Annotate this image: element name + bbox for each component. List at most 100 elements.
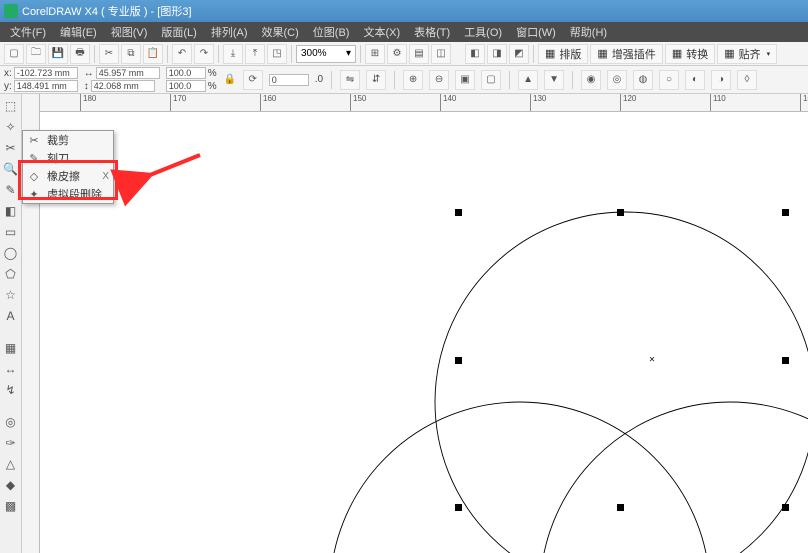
eraser-tool[interactable]: ◇橡皮擦X [23,167,113,185]
menu-位图[interactable]: 位图(B) [307,22,356,42]
align-left-button[interactable]: ◧ [465,44,485,64]
mirror-h-button[interactable]: ⇋ [340,70,360,90]
snap-dropdown[interactable]: ▦ 贴齐 [717,44,777,64]
redo-button[interactable]: ↷ [194,44,214,64]
scale-y-input[interactable]: 100.0 [166,80,206,92]
basic-shapes-tool[interactable]: ☆ [1,285,21,305]
docker-button[interactable]: ▤ [409,44,429,64]
new-button[interactable]: ▢ [4,44,24,64]
height-input[interactable]: 42.068 mm [91,80,155,92]
options-button[interactable]: ⚙ [387,44,407,64]
rectangle-tool[interactable]: ▭ [1,222,21,242]
pick-tool[interactable]: ⬚ [1,96,21,116]
group-button[interactable]: ▣ [455,70,475,90]
interactive-fill-tool[interactable]: ▩ [1,496,21,516]
to-front-button[interactable]: ▲ [518,70,538,90]
snap-to-button[interactable]: ⊞ [365,44,385,64]
freehand-tool[interactable]: ✎ [1,180,21,200]
cut-button[interactable]: ✂ [99,44,119,64]
selection-center[interactable]: × [649,355,655,366]
eyedropper-tool[interactable]: ✑ [1,433,21,453]
blend-tool[interactable]: ◎ [1,412,21,432]
zoom-level-select[interactable]: 300%▾ [296,45,356,63]
knife-tool[interactable]: ✎刻刀 [23,149,113,167]
table-tool[interactable]: ▦ [1,338,21,358]
menu-排列[interactable]: 排列(A) [205,22,254,42]
import-button[interactable]: ⤓ [223,44,243,64]
back-minus-front-button[interactable]: ◑ [711,70,731,90]
selection-handle[interactable] [617,209,624,216]
combine-button[interactable]: ⊕ [403,70,423,90]
undo-button[interactable]: ↶ [172,44,192,64]
menu-帮助[interactable]: 帮助(H) [564,22,613,42]
selection-handle[interactable] [617,504,624,511]
dropdown-icon: ▾ [346,48,351,59]
connector-tool[interactable]: ↯ [1,380,21,400]
menu-表格[interactable]: 表格(T) [408,22,456,42]
menu-文本[interactable]: 文本(X) [357,22,406,42]
lock-ratio-toggle[interactable]: 🔒 [223,67,237,93]
hints-button[interactable]: ◫ [431,44,451,64]
smart-fill-tool[interactable]: ◧ [1,201,21,221]
convert-dropdown[interactable]: ▦ 转换 [665,44,715,64]
virtual-segment-delete-tool[interactable]: ✦虚拟段删除 [23,185,113,203]
paste-button[interactable]: 📋 [143,44,163,64]
outline-tool[interactable]: △ [1,454,21,474]
addins-dropdown[interactable]: ▦ 增强插件 [590,44,662,64]
ellipse-tool[interactable]: ◯ [1,243,21,263]
selection-handle[interactable] [782,209,789,216]
launch-button[interactable]: ◳ [267,44,287,64]
width-input[interactable]: 45.957 mm [96,67,160,79]
break-button[interactable]: ⊖ [429,70,449,90]
horizontal-ruler[interactable]: 180170160150140130120110100 [40,94,808,112]
percent-label: % [208,81,217,92]
open-button[interactable]: 🗀 [26,44,46,64]
intersect-button[interactable]: ◍ [633,70,653,90]
arrange-dropdown[interactable]: ▦ 排版 [538,44,588,64]
copy-button[interactable]: ⧉ [121,44,141,64]
mirror-v-button[interactable]: ⇵ [366,70,386,90]
rotation-input[interactable]: 0 [269,74,309,86]
save-button[interactable]: 💾 [48,44,68,64]
print-button[interactable]: 🖶 [70,44,90,64]
to-back-button[interactable]: ▼ [544,70,564,90]
drawing-canvas[interactable]: × [40,112,808,553]
menu-版面[interactable]: 版面(L) [155,22,202,42]
ruler-tick: 140 [440,94,456,111]
selection-handle[interactable] [782,357,789,364]
crop-tool-group[interactable]: ✂ [1,138,21,158]
boundary-button[interactable]: ◊ [737,70,757,90]
selection-handle[interactable] [455,504,462,511]
menu-编辑[interactable]: 编辑(E) [54,22,103,42]
selection-handle[interactable] [455,209,462,216]
zoom-tool[interactable]: 🔍 [1,159,21,179]
menu-窗口[interactable]: 窗口(W) [510,22,562,42]
front-minus-back-button[interactable]: ◐ [685,70,705,90]
selection-handle[interactable] [455,357,462,364]
text-tool[interactable]: A [1,306,21,326]
toolbox: ⬚✧✂🔍✎◧▭◯⬠☆A ▦↔↯ ◎✑△◆▩ [0,94,22,553]
crop-tool[interactable]: ✂裁剪 [23,131,113,149]
scale-x-input[interactable]: 100.0 [166,67,206,79]
menu-视图[interactable]: 视图(V) [105,22,154,42]
toolbar-separator [360,45,361,63]
ungroup-button[interactable]: ▢ [481,70,501,90]
polygon-tool[interactable]: ⬠ [1,264,21,284]
y-position-input[interactable]: 148.491 mm [14,80,78,92]
toolbar-separator [533,45,534,63]
canvas-area[interactable]: 180170160150140130120110100 × [22,94,808,553]
weld-button[interactable]: ◉ [581,70,601,90]
trim-button[interactable]: ◎ [607,70,627,90]
export-button[interactable]: ⤒ [245,44,265,64]
menu-工具[interactable]: 工具(O) [458,22,508,42]
dimension-tool[interactable]: ↔ [1,359,21,379]
menu-文件[interactable]: 文件(F) [4,22,52,42]
simplify-button[interactable]: ○ [659,70,679,90]
align-center-button[interactable]: ◨ [487,44,507,64]
fill-tool[interactable]: ◆ [1,475,21,495]
selection-handle[interactable] [782,504,789,511]
menu-效果[interactable]: 效果(C) [256,22,305,42]
shape-tool[interactable]: ✧ [1,117,21,137]
align-right-button[interactable]: ◩ [509,44,529,64]
x-position-input[interactable]: -102.723 mm [14,67,78,79]
